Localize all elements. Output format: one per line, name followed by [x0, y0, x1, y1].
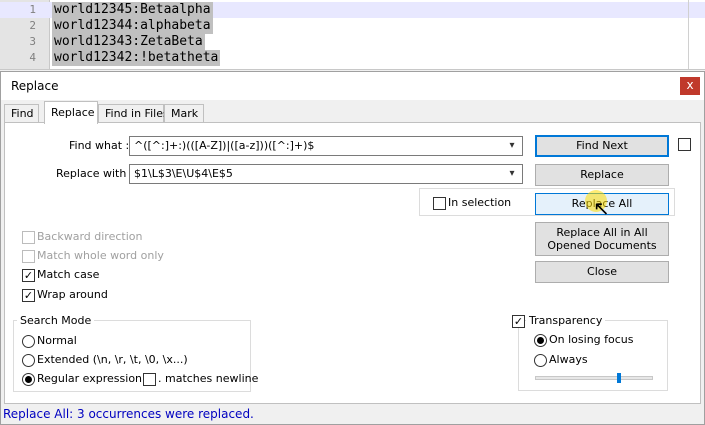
- on-losing-focus-radio[interactable]: [534, 334, 547, 347]
- status-message: Replace All: 3 occurrences were replaced…: [3, 407, 254, 421]
- chevron-down-icon[interactable]: ▾: [505, 137, 519, 155]
- line-text[interactable]: world12343:ZetaBeta: [52, 34, 205, 50]
- always-radio[interactable]: [534, 354, 547, 367]
- replace-button[interactable]: Replace: [535, 164, 669, 186]
- wrap-around-label: Wrap around: [37, 288, 108, 301]
- transparency-slider[interactable]: [535, 376, 653, 380]
- normal-label: Normal: [37, 334, 77, 347]
- match-whole-word-checkbox[interactable]: [22, 250, 35, 263]
- regex-radio[interactable]: [22, 373, 35, 386]
- line-text[interactable]: world12342:!betatheta: [52, 50, 221, 66]
- editor-line[interactable]: 3 world12343:ZetaBeta: [0, 34, 705, 50]
- tab-mark[interactable]: Mark: [164, 104, 204, 123]
- regex-label: Regular expression: [37, 372, 143, 385]
- in-selection-label: In selection: [448, 196, 512, 209]
- replace-with-input[interactable]: $1\L$3\E\U$4\E$5 ▾: [129, 164, 523, 184]
- editor-line[interactable]: 1 world12345:Betaalpha: [0, 2, 705, 18]
- transparency-legend: Transparency: [526, 314, 606, 327]
- dialog-title: Replace: [11, 79, 59, 93]
- tab-find-in-files[interactable]: Find in Files: [98, 104, 169, 123]
- backward-direction-label: Backward direction: [37, 230, 143, 243]
- transparency-checkbox[interactable]: ✓: [512, 315, 525, 328]
- backward-direction-checkbox[interactable]: [22, 231, 35, 244]
- line-text[interactable]: world12344:alphabeta: [52, 18, 213, 34]
- line-number: 4: [29, 51, 36, 64]
- replace-with-label: Replace with :: [56, 167, 134, 180]
- replace-all-opened-button[interactable]: Replace All in All Opened Documents: [535, 222, 669, 256]
- find-what-label: Find what :: [69, 139, 130, 152]
- extended-radio[interactable]: [22, 354, 35, 367]
- dialog-titlebar[interactable]: Replace x: [1, 72, 704, 100]
- find-next-button[interactable]: Find Next: [535, 135, 669, 157]
- tab-replace[interactable]: Replace: [44, 101, 98, 124]
- extended-label: Extended (\n, \r, \t, \0, \x...): [37, 353, 188, 366]
- mouse-pointer-icon: ↖: [593, 196, 610, 220]
- edge-line: [688, 0, 689, 69]
- tab-find[interactable]: Find: [4, 104, 39, 123]
- find-next-option-checkbox[interactable]: [678, 138, 691, 151]
- find-what-value[interactable]: ^([^:]+:)(([A-Z])|([a-z]))([^:]+)$: [134, 139, 314, 152]
- always-label: Always: [549, 353, 588, 366]
- line-number: 1: [29, 3, 36, 16]
- close-icon[interactable]: x: [680, 77, 700, 95]
- in-selection-checkbox[interactable]: [433, 197, 446, 210]
- editor-line[interactable]: 2 world12344:alphabeta: [0, 18, 705, 34]
- line-text[interactable]: world12345:Betaalpha: [52, 2, 213, 18]
- close-button[interactable]: Close: [535, 261, 669, 283]
- editor-area[interactable]: 1 world12345:Betaalpha 2 world12344:alph…: [0, 0, 705, 70]
- replace-panel: Find what : ^([^:]+:)(([A-Z])|([a-z]))([…: [4, 122, 701, 404]
- replace-dialog: Replace x Find Replace Find in Files Mar…: [0, 71, 705, 425]
- normal-radio[interactable]: [22, 335, 35, 348]
- chevron-down-icon[interactable]: ▾: [505, 165, 519, 183]
- on-losing-focus-label: On losing focus: [549, 333, 634, 346]
- matches-newline-checkbox[interactable]: [143, 373, 156, 386]
- radio-selected-dot: [25, 376, 32, 383]
- wrap-around-checkbox[interactable]: ✓: [22, 289, 35, 302]
- radio-selected-dot: [537, 337, 544, 344]
- transparency-slider-thumb[interactable]: [617, 373, 622, 383]
- matches-newline-label: . matches newline: [158, 372, 259, 385]
- editor-line[interactable]: 4 world12342:!betatheta: [0, 50, 705, 66]
- match-case-checkbox[interactable]: ✓: [22, 269, 35, 282]
- line-number: 2: [29, 19, 36, 32]
- find-what-input[interactable]: ^([^:]+:)(([A-Z])|([a-z]))([^:]+)$ ▾: [129, 136, 523, 156]
- match-whole-word-label: Match whole word only: [37, 249, 164, 262]
- match-case-label: Match case: [37, 268, 100, 281]
- replace-with-value[interactable]: $1\L$3\E\U$4\E$5: [134, 167, 233, 180]
- line-number: 3: [29, 35, 36, 48]
- search-mode-legend: Search Mode: [17, 314, 95, 327]
